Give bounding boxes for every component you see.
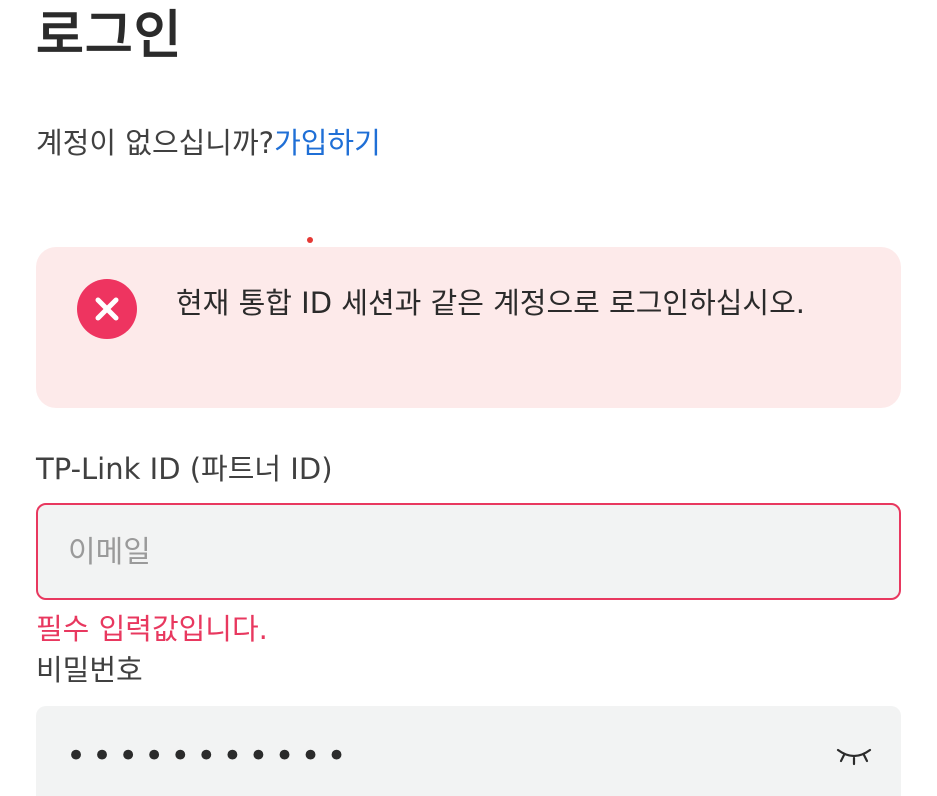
signup-prompt: 계정이 없으십니까? [36,126,275,160]
eye-closed-icon[interactable] [834,742,874,768]
password-masked-value: ••••••••••• [66,736,353,776]
email-error-message: 필수 입력값입니다. [36,612,268,646]
signup-prompt-line: 계정이 없으십니까?가입하기 [36,121,381,165]
signup-link[interactable]: 가입하기 [274,126,381,160]
page-title: 로그인 [36,6,183,66]
cursor-dot [307,237,313,243]
error-alert: 현재 통합 ID 세션과 같은 계정으로 로그인하십시오. [36,247,901,408]
password-field-label: 비밀번호 [36,653,143,687]
email-field[interactable] [66,505,870,600]
password-field[interactable]: ••••••••••• [36,706,901,796]
login-page: 로그인 계정이 없으십니까?가입하기 현재 통합 ID 세션과 같은 계정으로 … [0,0,937,796]
error-circle-icon [77,279,137,339]
alert-message: 현재 통합 ID 세션과 같은 계정으로 로그인하십시오. [176,286,806,320]
email-field-container[interactable] [36,503,901,600]
email-field-label: TP-Link ID (파트너 ID) [36,452,333,486]
